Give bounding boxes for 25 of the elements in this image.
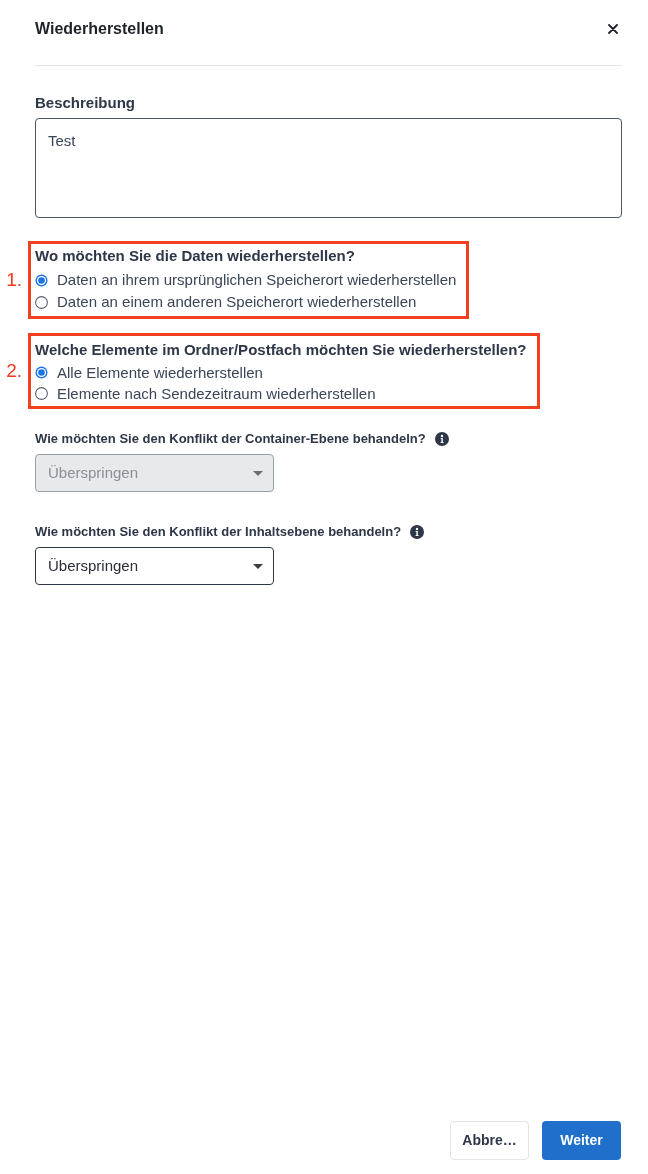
annotation-number: 1. (6, 269, 22, 291)
info-icon[interactable] (434, 432, 449, 446)
question-title: Welche Elemente im Ordner/Postfach möchten Sie wiederherstellen? (35, 340, 527, 360)
caret-icon (253, 563, 263, 569)
radio-icon[interactable] (35, 295, 48, 309)
radio-option[interactable]: Elemente nach Sendezeitraum wiederherstellen (35, 383, 376, 404)
close-icon (608, 24, 618, 34)
question-label: Wie möchten Sie den Konflikt der Container-Ebene behandeln? (35, 430, 426, 448)
radio-option[interactable]: Alle Elemente wiederherstellen (35, 362, 263, 383)
radio-icon[interactable] (35, 273, 48, 287)
radio-option[interactable]: Daten an ihrem ursprünglichen Speicherort wiederherstellen (35, 269, 457, 291)
next-button[interactable]: Weiter (542, 1121, 621, 1160)
radio-icon[interactable] (35, 387, 48, 400)
description-label: Beschreibung (35, 93, 136, 113)
info-icon[interactable] (410, 525, 425, 539)
caret-icon (253, 470, 263, 476)
question-title: Wo möchten Sie die Daten wiederherstellen? (35, 246, 355, 266)
dropdown[interactable]: Überspringen (35, 547, 274, 585)
cancel-button[interactable]: Abbre… (450, 1121, 529, 1160)
radio-icon[interactable] (35, 366, 48, 379)
question-label: Wie möchten Sie den Konflikt der Inhaltsebene behandeln? (35, 523, 402, 541)
radio-option[interactable]: Daten an einem anderen Speicherort wiederherstellen (35, 291, 417, 313)
dialog-title: Wiederherstellen (35, 19, 164, 39)
annotation-number: 2. (6, 360, 22, 382)
description-field[interactable]: Test (35, 118, 622, 218)
